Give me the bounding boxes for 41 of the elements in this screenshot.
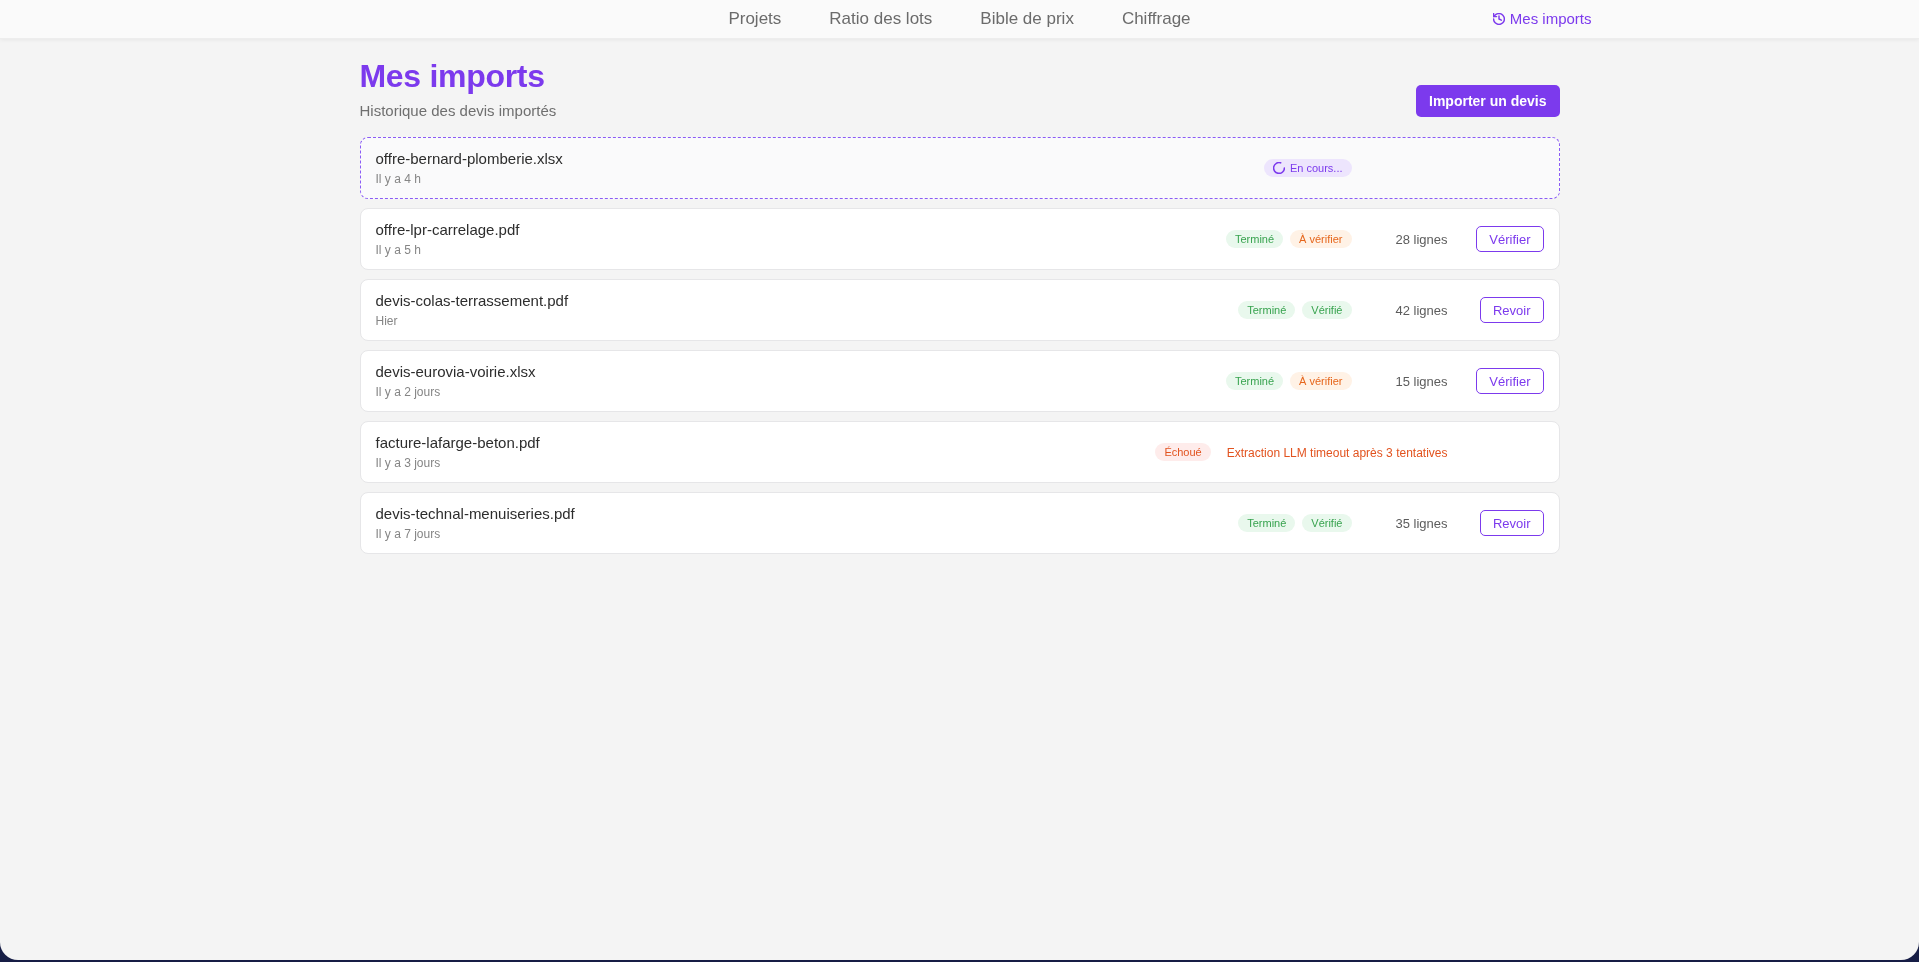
error-message: Extraction LLM timeout après 3 tentatives	[1226, 445, 1448, 460]
import-time: Il y a 2 jours	[375, 384, 442, 400]
nav-link[interactable]: Ratio des lots	[829, 8, 933, 30]
row-action-button[interactable]: Revoir	[1479, 510, 1544, 536]
file-name: offre-bernard-plomberie.xlsx	[375, 149, 563, 169]
line-count: 15 lignes	[1395, 373, 1448, 389]
nav-link[interactable]: Projets	[728, 8, 782, 30]
history-icon	[1492, 13, 1505, 25]
nav-link[interactable]: Chiffrage	[1121, 8, 1191, 30]
import-time: Il y a 3 jours	[375, 455, 442, 471]
file-name: offre-lpr-carrelage.pdf	[375, 220, 520, 240]
import-time: Il y a 4 h	[375, 171, 422, 187]
page-subtitle: Historique des devis importés	[359, 101, 557, 121]
line-count: 35 lignes	[1395, 515, 1448, 531]
status-badge: Échoué	[1155, 443, 1211, 461]
import-quote-button[interactable]: Importer un devis	[1416, 85, 1560, 117]
file-name: facture-lafarge-beton.pdf	[375, 433, 540, 453]
page-title: Mes imports	[359, 57, 546, 96]
status-badge: Terminé	[1225, 372, 1284, 390]
status-badge: Terminé	[1238, 514, 1296, 532]
imports-link[interactable]: Mes imports	[1492, 9, 1592, 29]
row-action-button[interactable]: Vérifier	[1476, 368, 1544, 394]
line-count: 42 lignes	[1395, 302, 1448, 318]
status-badge: Vérifié	[1302, 514, 1352, 532]
nav-link[interactable]: Bible de prix	[980, 8, 1074, 30]
status-badge: Terminé	[1238, 301, 1296, 319]
import-time: Il y a 7 jours	[375, 526, 442, 542]
status-badge: Terminé	[1225, 230, 1284, 248]
status-label: En cours...	[1289, 162, 1343, 174]
import-time: Hier	[375, 313, 399, 329]
status-badge: À vérifier	[1290, 372, 1352, 390]
file-name: devis-eurovia-voirie.xlsx	[375, 362, 536, 382]
import-time: Il y a 5 h	[375, 242, 422, 258]
status-badge: À vérifier	[1290, 230, 1352, 248]
line-count: 28 lignes	[1395, 231, 1448, 247]
row-action-button[interactable]: Vérifier	[1476, 226, 1544, 252]
row-action-button[interactable]: Revoir	[1479, 297, 1544, 323]
file-name: devis-colas-terrassement.pdf	[375, 291, 569, 311]
spinner-icon	[1272, 162, 1285, 174]
file-name: devis-technal-menuiseries.pdf	[375, 504, 575, 524]
status-badge: Vérifié	[1302, 301, 1352, 319]
